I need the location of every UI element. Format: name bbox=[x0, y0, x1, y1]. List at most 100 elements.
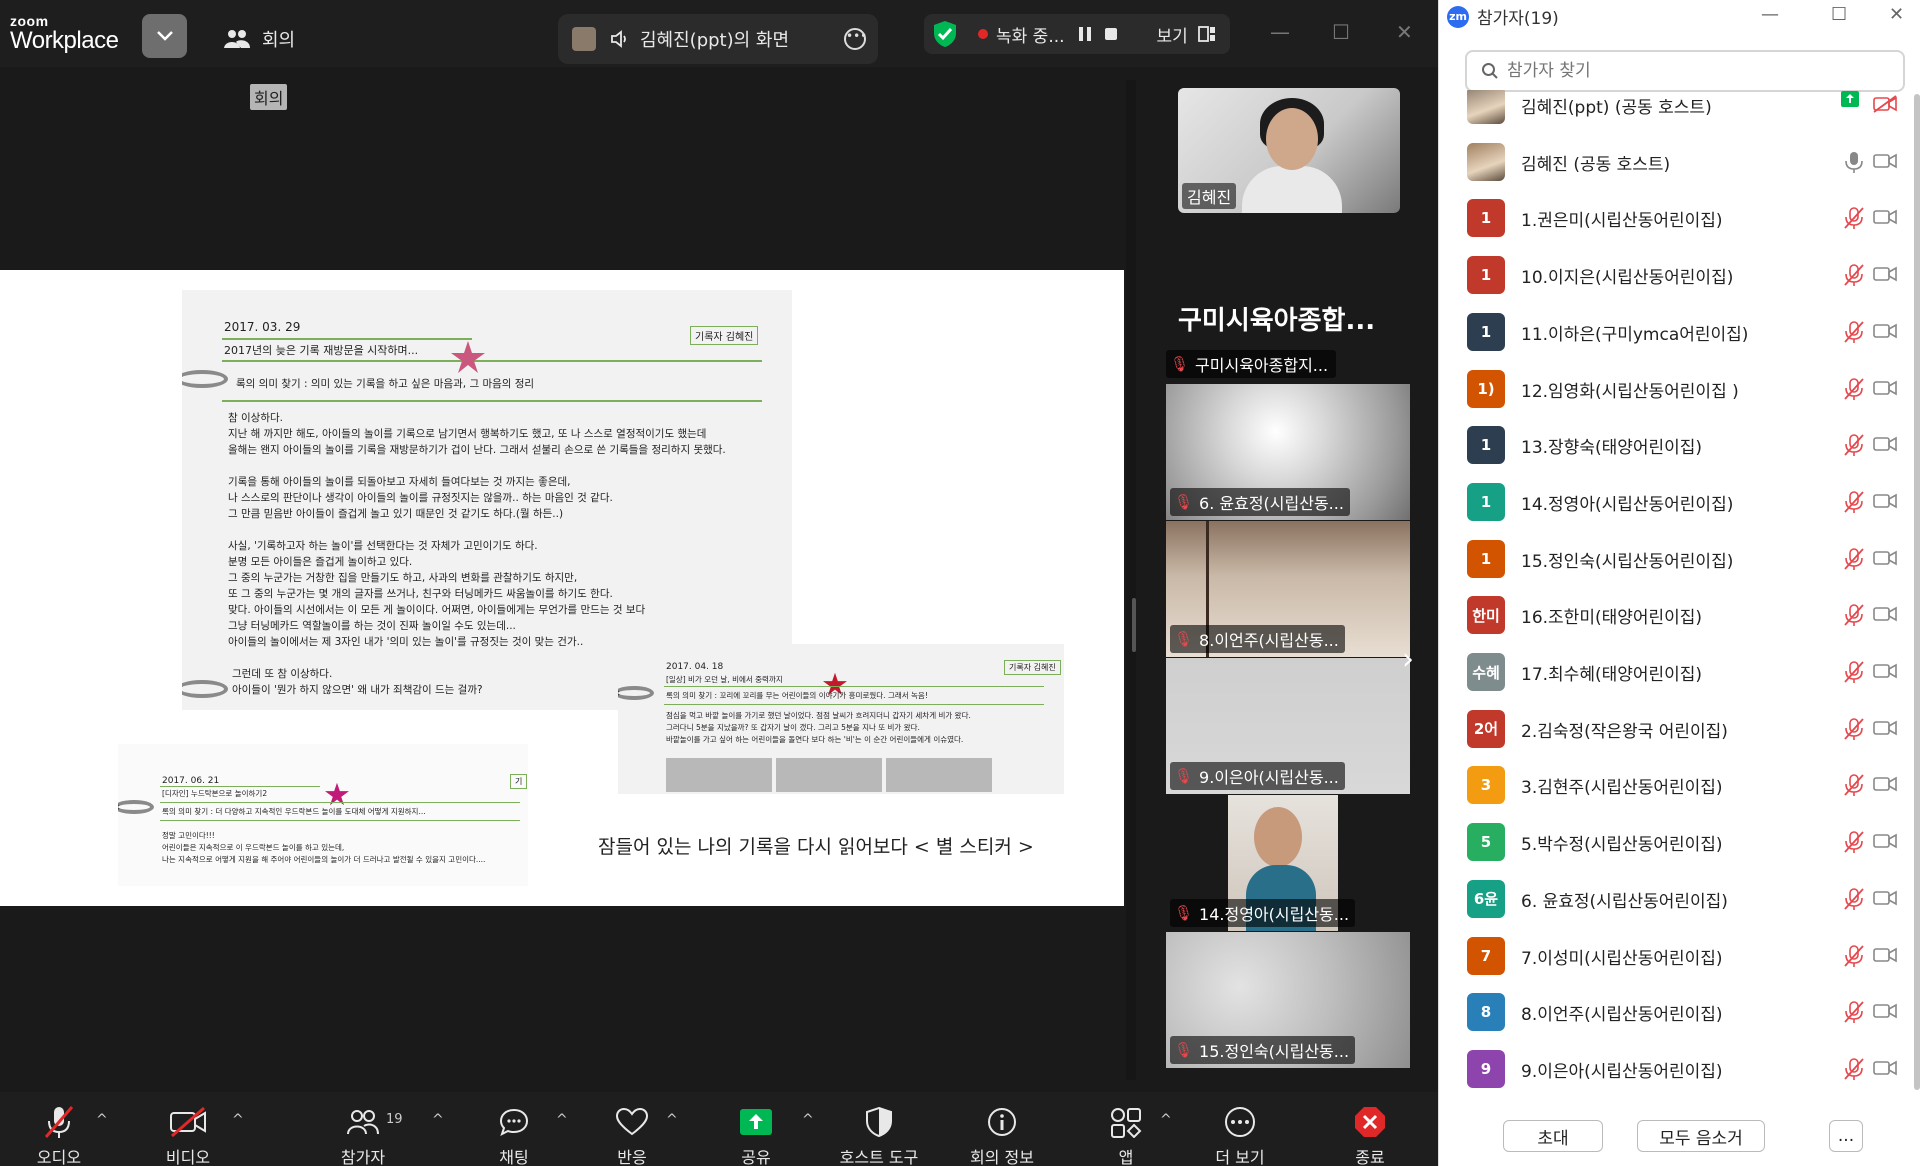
reactions-options-caret[interactable]: ^ bbox=[666, 1112, 678, 1128]
muted-mic-icon[interactable] bbox=[1843, 263, 1865, 291]
participant-row[interactable]: 1) 12.임영화(시립산동어린이집 ) bbox=[1439, 361, 1909, 418]
participant-row[interactable]: 김혜진(ppt) (공동 호스트) bbox=[1439, 90, 1909, 134]
participant-row[interactable]: 1 10.이지은(시립산동어린이집) bbox=[1439, 247, 1909, 304]
binder-ring bbox=[182, 680, 228, 698]
share-options-caret[interactable]: ^ bbox=[802, 1112, 814, 1128]
muted-mic-icon[interactable] bbox=[1843, 603, 1865, 631]
audio-options-caret[interactable]: ^ bbox=[96, 1112, 108, 1128]
participant-row[interactable]: 7 7.이성미(시립산동어린이집) bbox=[1439, 928, 1909, 985]
pause-recording-icon[interactable] bbox=[1078, 27, 1091, 41]
video-icon[interactable] bbox=[1873, 946, 1897, 968]
more-button[interactable]: 더 보기 bbox=[1190, 1102, 1290, 1166]
mic-icon[interactable] bbox=[1843, 150, 1865, 178]
video-icon[interactable] bbox=[1873, 435, 1897, 457]
panel-minimize-icon[interactable]: — bbox=[1761, 4, 1779, 25]
video-icon[interactable] bbox=[1873, 208, 1897, 230]
muted-mic-icon[interactable] bbox=[1843, 1057, 1865, 1085]
participant-row[interactable]: 3 3.김현주(시립산동어린이집) bbox=[1439, 757, 1909, 814]
meeting-info-button[interactable]: 회의 정보 bbox=[952, 1102, 1052, 1166]
muted-mic-icon[interactable] bbox=[1843, 320, 1865, 348]
video-icon[interactable] bbox=[1873, 322, 1897, 344]
participant-row[interactable]: 1 11.이하은(구미ymca어린이집) bbox=[1439, 304, 1909, 361]
search-input[interactable] bbox=[1507, 61, 1887, 81]
participant-row[interactable]: 1 1.권은미(시립산동어린이집) bbox=[1439, 190, 1909, 247]
participant-row[interactable]: 6윤 6. 윤효정(시립산동어린이집) bbox=[1439, 871, 1909, 928]
video-icon[interactable] bbox=[1873, 379, 1897, 401]
participant-row[interactable]: 5 5.박수정(시립산동어린이집) bbox=[1439, 814, 1909, 871]
video-tile[interactable]: 🎙︎ 6. 윤효정(시립산동... bbox=[1166, 384, 1410, 520]
muted-mic-icon[interactable] bbox=[1843, 490, 1865, 518]
view-layout-icon[interactable] bbox=[1197, 26, 1216, 42]
muted-mic-icon[interactable] bbox=[1843, 547, 1865, 575]
host-tools-button[interactable]: 호스트 도구 bbox=[829, 1102, 929, 1166]
host-video-tile[interactable]: 김혜진 bbox=[1178, 88, 1400, 213]
participant-search[interactable] bbox=[1465, 50, 1905, 92]
muted-mic-icon[interactable] bbox=[1843, 717, 1865, 745]
muted-mic-icon[interactable] bbox=[1843, 830, 1865, 858]
muted-mic-icon[interactable] bbox=[1843, 206, 1865, 234]
invite-button[interactable]: 초대 bbox=[1503, 1120, 1603, 1152]
video-icon[interactable] bbox=[1873, 605, 1897, 627]
video-icon[interactable] bbox=[1873, 889, 1897, 911]
mute-all-button[interactable]: 모두 음소거 bbox=[1637, 1120, 1765, 1152]
video-icon[interactable] bbox=[1873, 832, 1897, 854]
video-tile[interactable]: 🎙︎ 14.정영아(시립산동... bbox=[1166, 795, 1410, 931]
video-tile[interactable]: 🎙︎ 15.정인숙(시립산동... bbox=[1166, 932, 1410, 1068]
participant-row[interactable]: 김혜진 (공동 호스트) bbox=[1439, 134, 1909, 191]
video-icon[interactable] bbox=[1873, 662, 1897, 684]
share-button[interactable]: 공유 bbox=[706, 1102, 806, 1166]
panel-maximize-icon[interactable]: ☐ bbox=[1831, 4, 1847, 25]
muted-mic-icon[interactable] bbox=[1843, 773, 1865, 801]
apps-options-caret[interactable]: ^ bbox=[1160, 1112, 1172, 1128]
share-options-icon[interactable]: ••• bbox=[844, 28, 867, 50]
close-window-icon[interactable]: ✕ bbox=[1396, 20, 1413, 44]
chat-button[interactable]: 채팅 bbox=[464, 1102, 564, 1166]
maximize-icon[interactable]: ☐ bbox=[1332, 20, 1350, 44]
video-icon[interactable] bbox=[1873, 549, 1897, 571]
participant-row[interactable]: 1 15.정인숙(시립산동어린이집) bbox=[1439, 531, 1909, 588]
participant-row[interactable]: 한미 16.조한미(태양어린이집) bbox=[1439, 587, 1909, 644]
video-icon[interactable] bbox=[1873, 775, 1897, 797]
muted-mic-icon[interactable] bbox=[1843, 1000, 1865, 1028]
video-button[interactable]: 비디오 bbox=[138, 1102, 238, 1166]
muted-mic-icon[interactable] bbox=[1843, 887, 1865, 915]
security-shield-icon[interactable] bbox=[932, 20, 958, 48]
minimize-icon[interactable]: — bbox=[1270, 20, 1290, 44]
panel-more-button[interactable]: ... bbox=[1829, 1120, 1863, 1152]
video-off-icon[interactable] bbox=[1873, 95, 1897, 117]
muted-mic-icon[interactable] bbox=[1843, 433, 1865, 461]
video-icon[interactable] bbox=[1873, 492, 1897, 514]
video-options-caret[interactable]: ^ bbox=[232, 1112, 244, 1128]
participant-list-scrollbar[interactable] bbox=[1914, 94, 1920, 1090]
participants-options-caret[interactable]: ^ bbox=[432, 1112, 444, 1128]
video-tile[interactable]: 🎙︎ 8.이언주(시립산동... bbox=[1166, 521, 1410, 657]
end-button[interactable]: 종료 bbox=[1320, 1102, 1420, 1166]
video-icon[interactable] bbox=[1873, 152, 1897, 174]
avatar: 1 bbox=[1467, 539, 1505, 578]
participant-row[interactable]: 1 13.장향숙(태양어린이집) bbox=[1439, 417, 1909, 474]
app-menu-dropdown[interactable] bbox=[142, 14, 187, 58]
meeting-info-label: 회의 정보 bbox=[970, 1148, 1034, 1166]
audio-button[interactable]: 오디오 bbox=[9, 1102, 109, 1166]
video-icon[interactable] bbox=[1873, 265, 1897, 287]
video-tile[interactable]: 🎙︎ 9.이은아(시립산동... bbox=[1166, 658, 1410, 794]
muted-mic-icon[interactable] bbox=[1843, 944, 1865, 972]
participant-row[interactable]: 수혜 17.최수혜(태양어린이집) bbox=[1439, 644, 1909, 701]
participant-row[interactable]: 9 9.이은아(시립산동어린이집) bbox=[1439, 1041, 1909, 1090]
participant-row[interactable]: 1 14.정영아(시립산동어린이집) bbox=[1439, 474, 1909, 531]
screen-share-banner[interactable]: 김혜진(ppt)의 화면 ••• bbox=[558, 14, 878, 64]
chat-options-caret[interactable]: ^ bbox=[556, 1112, 568, 1128]
panel-close-icon[interactable]: ✕ bbox=[1889, 4, 1904, 25]
participant-row[interactable]: 2어 2.김숙정(작은왕국 어린이집) bbox=[1439, 701, 1909, 758]
muted-mic-icon[interactable] bbox=[1843, 377, 1865, 405]
video-icon[interactable] bbox=[1873, 1059, 1897, 1081]
meeting-tab[interactable]: 회의 bbox=[224, 20, 295, 58]
muted-mic-icon[interactable] bbox=[1843, 660, 1865, 688]
view-button[interactable]: 보기 bbox=[1157, 22, 1188, 47]
video-icon[interactable] bbox=[1873, 1002, 1897, 1024]
gallery-next-icon[interactable]: › bbox=[1402, 642, 1414, 677]
video-icon[interactable] bbox=[1873, 719, 1897, 741]
splitter-handle[interactable] bbox=[1132, 598, 1136, 652]
participant-row[interactable]: 8 8.이언주(시립산동어린이집) bbox=[1439, 984, 1909, 1041]
stop-recording-icon[interactable] bbox=[1104, 28, 1117, 40]
